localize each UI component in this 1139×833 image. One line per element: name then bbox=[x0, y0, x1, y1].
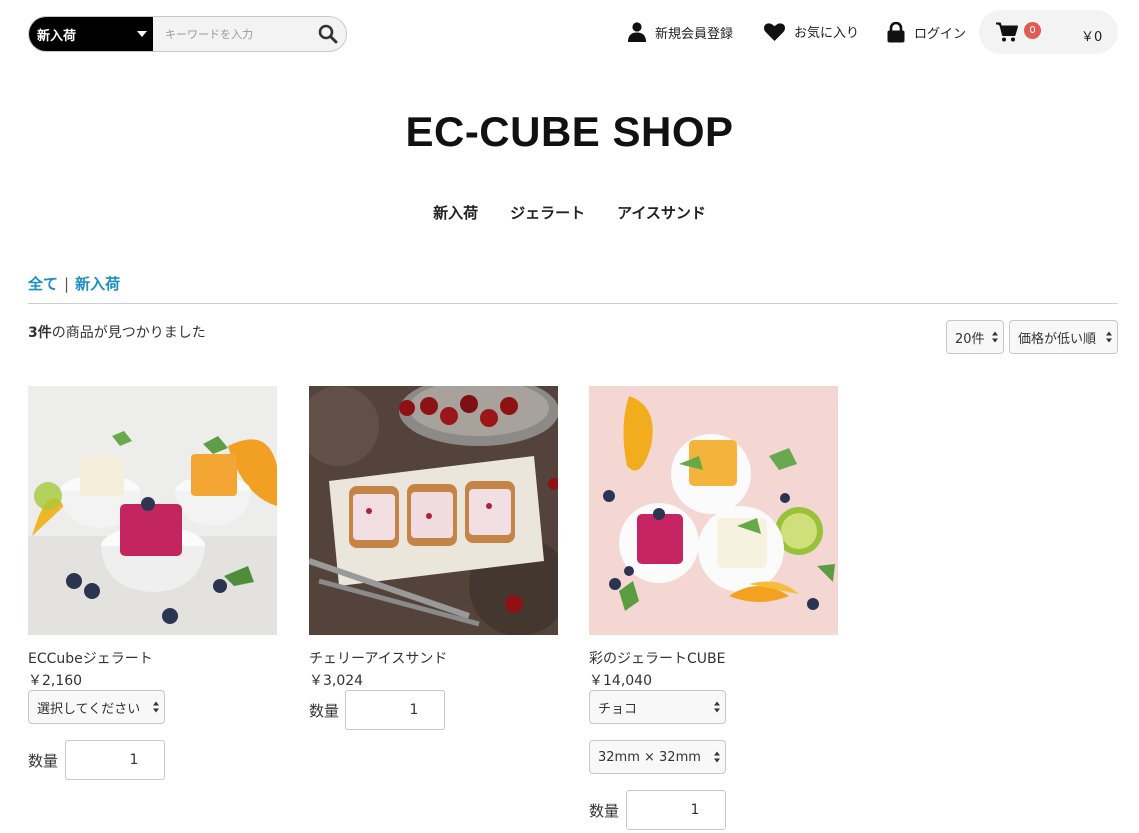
search-icon bbox=[318, 24, 338, 44]
quantity-input[interactable]: 1 bbox=[345, 690, 445, 730]
favorites-label: お気に入り bbox=[794, 26, 860, 41]
select-arrows-icon bbox=[153, 701, 159, 713]
breadcrumb-current[interactable]: 新入荷 bbox=[75, 273, 120, 294]
select-arrows-icon bbox=[714, 701, 720, 713]
product-name[interactable]: 彩のジェラートCUBE bbox=[589, 648, 725, 668]
product-image-eccube-gelato[interactable] bbox=[28, 386, 277, 635]
product-name[interactable]: チェリーアイスサンド bbox=[309, 648, 447, 668]
shop-title[interactable]: EC-CUBE SHOP bbox=[0, 108, 1139, 156]
breadcrumb: 全て | 新入荷 bbox=[28, 273, 120, 294]
cart-count-badge: 0 bbox=[1024, 22, 1041, 39]
result-count: 3件の商品が見つかりました bbox=[28, 322, 206, 342]
result-count-text: の商品が見つかりました bbox=[51, 325, 206, 341]
product-image-colorful-gelato-cube[interactable] bbox=[589, 386, 838, 635]
favorites-link[interactable]: お気に入り bbox=[764, 22, 859, 41]
product-image-cherry-ice-sand[interactable] bbox=[309, 386, 558, 635]
product-price: ￥3,024 bbox=[309, 673, 364, 689]
divider bbox=[28, 303, 1118, 304]
category-nav-new[interactable]: 新入荷 bbox=[433, 202, 478, 223]
product-price: ￥14,040 bbox=[589, 673, 652, 689]
quantity-input[interactable]: 1 bbox=[626, 790, 726, 830]
search-category-label: 新入荷 bbox=[37, 28, 77, 44]
product-option-value: 選択してください bbox=[37, 701, 141, 717]
login-label: ログイン bbox=[914, 27, 967, 42]
product-size-select[interactable]: 32mm × 32mm bbox=[589, 740, 726, 774]
quantity-label: 数量 bbox=[28, 752, 59, 770]
search-input[interactable] bbox=[153, 17, 311, 51]
category-nav-gelato[interactable]: ジェラート bbox=[510, 202, 585, 223]
category-nav-ice-sand[interactable]: アイスサンド bbox=[617, 202, 706, 223]
category-nav: 新入荷 ジェラート アイスサンド bbox=[0, 202, 1139, 223]
quantity-input[interactable]: 1 bbox=[65, 740, 165, 780]
select-arrows-icon bbox=[714, 751, 720, 763]
product-name[interactable]: ECCubeジェラート bbox=[28, 648, 153, 668]
select-arrows-icon bbox=[1106, 331, 1112, 343]
sort-order-value: 価格が低い順 bbox=[1018, 331, 1097, 347]
register-link[interactable]: 新規会員登録 bbox=[628, 22, 733, 42]
product-price: ￥2,160 bbox=[28, 673, 83, 689]
result-count-number: 3件 bbox=[28, 325, 52, 341]
register-label: 新規会員登録 bbox=[655, 26, 734, 42]
breadcrumb-all[interactable]: 全て bbox=[28, 273, 58, 294]
heart-icon bbox=[764, 22, 785, 41]
quantity-label: 数量 bbox=[589, 802, 620, 820]
product-option-select[interactable]: 選択してください bbox=[28, 690, 165, 724]
login-link[interactable]: ログイン bbox=[887, 22, 966, 43]
caret-down-icon bbox=[137, 31, 148, 37]
product-size-value: 32mm × 32mm bbox=[598, 749, 701, 765]
search-category-select[interactable]: 新入荷 bbox=[29, 17, 154, 51]
search-bar: 新入荷 bbox=[28, 16, 347, 52]
product-flavor-value: チョコ bbox=[598, 701, 638, 717]
per-page-value: 20件 bbox=[955, 331, 985, 347]
select-arrows-icon bbox=[992, 331, 998, 343]
user-icon bbox=[628, 22, 646, 42]
cart-total: ￥0 bbox=[1081, 30, 1103, 45]
lock-icon bbox=[887, 22, 905, 43]
quantity-label: 数量 bbox=[309, 702, 340, 720]
cart-icon bbox=[996, 22, 1018, 42]
per-page-select[interactable]: 20件 bbox=[946, 320, 1004, 354]
breadcrumb-separator: | bbox=[64, 274, 70, 293]
sort-order-select[interactable]: 価格が低い順 bbox=[1009, 320, 1118, 354]
product-flavor-select[interactable]: チョコ bbox=[589, 690, 726, 724]
search-button[interactable] bbox=[310, 17, 346, 51]
